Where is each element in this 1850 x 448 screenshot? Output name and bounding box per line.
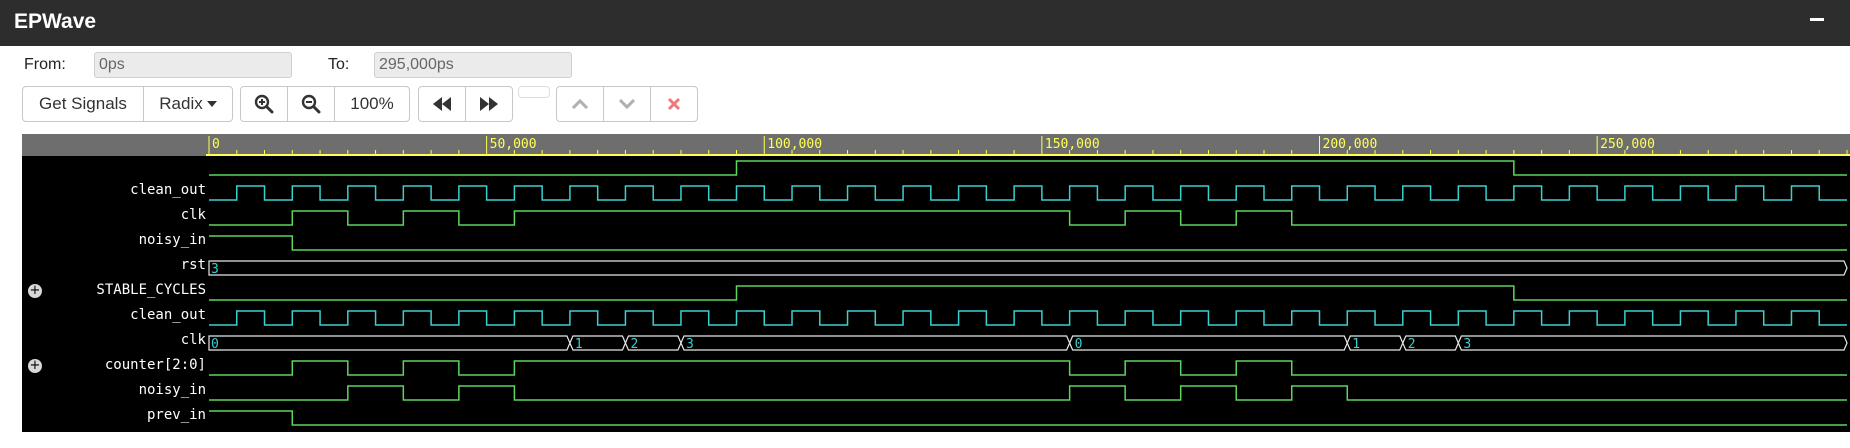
signal-name[interactable]: noisy_in	[26, 232, 206, 248]
signal-name[interactable]: counter[2:0]	[26, 357, 206, 373]
from-field[interactable]: 0ps	[94, 52, 292, 78]
from-label: From:	[24, 56, 66, 73]
caret-down-icon	[206, 101, 217, 107]
chevron-down-icon	[619, 99, 635, 109]
ruler-tick-label: 50,000	[490, 137, 537, 152]
zoom-in-icon	[254, 94, 274, 114]
move-down-button[interactable]	[603, 86, 651, 122]
ruler-tick-label: 250,000	[1600, 137, 1655, 152]
waveform-canvas[interactable]: 0 50,000 100,000 150,000 200,000 250,000 3 0 1 2 3…	[206, 134, 1850, 432]
signal-waveform	[209, 385, 1847, 401]
bus-segment	[208, 335, 571, 351]
radix-label: Radix	[159, 94, 203, 113]
signal-name[interactable]: clk	[26, 207, 206, 223]
signal-waveform	[209, 160, 1847, 176]
bus-value-label: 1	[575, 337, 583, 352]
bus-value-label: 0	[211, 337, 219, 352]
signal-waveform	[209, 360, 1847, 376]
get-signals-button[interactable]: Get Signals	[22, 86, 144, 122]
expand-icon[interactable]: +	[28, 359, 42, 373]
get-signals-label: Get Signals	[39, 94, 127, 113]
bus-segment	[208, 260, 1848, 276]
bus-value-label: 0	[1075, 337, 1083, 352]
window-title: EPWave	[14, 10, 97, 33]
chevron-up-icon	[572, 99, 588, 109]
signal-name[interactable]: prev_in	[26, 407, 206, 423]
zoom-out-icon	[301, 94, 321, 114]
zoom-level: 100%	[350, 94, 394, 113]
jump-end-button[interactable]	[465, 86, 513, 122]
remove-signal-button[interactable]	[650, 86, 698, 122]
signal-name-list: clean_out clk noisy_in rst STABLE_CYCLES + cle…	[22, 156, 206, 448]
signal-name[interactable]: clean_out	[26, 182, 206, 198]
to-field[interactable]: 295,000ps	[374, 52, 572, 78]
bus-value-label: 3	[211, 262, 219, 277]
signal-waveform	[209, 210, 1847, 226]
bus-segment	[1457, 335, 1848, 351]
time-range-row: From: 0ps To: 295,000ps	[0, 46, 1850, 82]
jump-start-button[interactable]	[418, 86, 466, 122]
ruler-gutter	[22, 134, 206, 156]
signal-name[interactable]: rst	[26, 257, 206, 273]
bus-segment	[680, 335, 1071, 351]
fast-forward-icon	[480, 97, 498, 111]
bus-value-label: 3	[686, 337, 694, 352]
ruler-tick-label: 150,000	[1045, 137, 1100, 152]
move-up-button[interactable]	[556, 86, 604, 122]
signal-waveform	[209, 185, 1847, 201]
zoom-level-button[interactable]: 100%	[334, 86, 410, 122]
signal-waveform	[209, 285, 1847, 301]
signal-name[interactable]: rst	[26, 432, 206, 448]
toolbar: Get Signals Radix 100%	[0, 84, 1850, 124]
title-bar: EPWave	[0, 0, 1850, 46]
to-label: To:	[328, 56, 350, 73]
bus-value-label: 3	[1463, 337, 1471, 352]
ruler-tick-label: 0	[212, 137, 220, 152]
ruler-tick-label: 100,000	[767, 137, 822, 152]
bus-segment	[1068, 335, 1348, 351]
signal-name[interactable]: clk	[26, 332, 206, 348]
signal-waveform	[209, 410, 1847, 426]
signal-name[interactable]: clean_out	[26, 307, 206, 323]
ruler-tick-label: 200,000	[1323, 137, 1378, 152]
zoom-in-button[interactable]	[240, 86, 288, 122]
fast-backward-icon	[433, 97, 451, 111]
marker-button[interactable]	[518, 86, 550, 98]
zoom-out-button[interactable]	[287, 86, 335, 122]
signal-name[interactable]: STABLE_CYCLES	[26, 282, 206, 298]
bus-value-label: 2	[630, 337, 638, 352]
radix-dropdown[interactable]: Radix	[143, 86, 233, 122]
signal-name[interactable]: noisy_in	[26, 382, 206, 398]
bus-value-label: 2	[1408, 337, 1416, 352]
close-icon	[667, 97, 681, 111]
signal-waveform	[209, 235, 1847, 251]
expand-icon[interactable]: +	[28, 284, 42, 298]
bus-value-label: 1	[1352, 337, 1360, 352]
waveform-panel: clean_out clk noisy_in rst STABLE_CYCLES + cle…	[22, 134, 1850, 448]
minimize-icon[interactable]	[1810, 18, 1824, 21]
signal-waveform	[209, 310, 1847, 326]
